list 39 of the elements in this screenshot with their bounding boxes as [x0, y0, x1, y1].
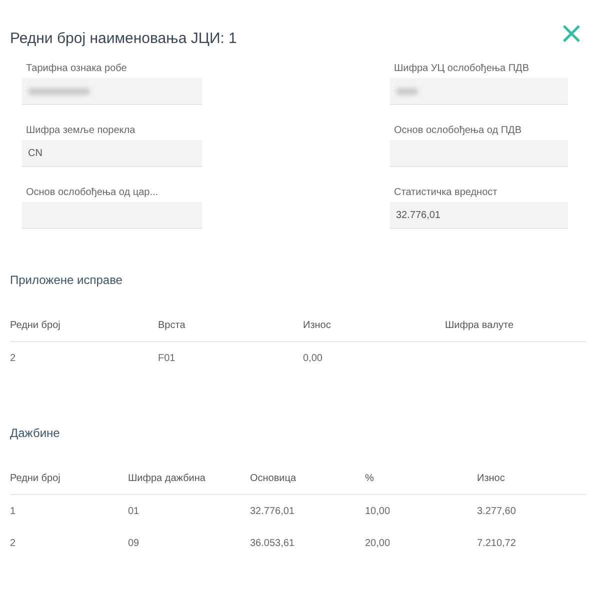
- table-cell-text: 20,00: [365, 538, 392, 548]
- table-cell-text: 7.210,72: [477, 538, 517, 548]
- input-field[interactable]: CN: [22, 140, 202, 167]
- table-cell-text: 10,00: [365, 506, 392, 516]
- column-header: Износ: [477, 472, 506, 484]
- table-cell-text: 2: [10, 352, 17, 364]
- section-title: Приложене исправе: [10, 273, 124, 287]
- table-cell-text: 32.776,01: [250, 506, 296, 516]
- redacted-mark: [396, 88, 418, 94]
- dialog-title: Редни број наименовања ЈЦИ: 1: [10, 30, 237, 47]
- table-cell-text: 36.053,61: [250, 538, 296, 548]
- column-header: %: [365, 472, 375, 484]
- table-cell-text: F01: [158, 352, 176, 364]
- input-field[interactable]: [22, 202, 202, 229]
- column-header: Основица: [250, 472, 298, 484]
- column-header: Редни број: [10, 320, 62, 330]
- section-title: Дажбине: [10, 426, 61, 440]
- table-cell-text: 1: [10, 506, 17, 516]
- field-label: Шифра УЦ ослобођења ПДВ: [393, 63, 530, 74]
- field-label: Шифра земље порекла: [25, 125, 136, 136]
- table-cell-text: 01: [128, 506, 140, 516]
- table-cell-text: 2: [10, 538, 17, 548]
- table-cell-text: 09: [128, 538, 140, 548]
- input-field[interactable]: [22, 78, 202, 105]
- input-field[interactable]: 32.776,01: [390, 202, 568, 229]
- column-header: Шифра валуте: [445, 320, 515, 330]
- column-header: Шифра дажбина: [128, 472, 206, 484]
- table-cell-text: 0,00: [303, 352, 324, 364]
- table-cell-text: 3.277,60: [477, 506, 517, 516]
- column-header: Врста: [158, 320, 186, 330]
- column-header: Редни број: [10, 472, 62, 484]
- field-label: Основ ослобођења од цар...: [25, 187, 160, 198]
- input-field[interactable]: [390, 78, 568, 105]
- field-label: Тарифна ознака робе: [25, 63, 128, 74]
- redacted-mark: [28, 88, 90, 94]
- input-field[interactable]: [390, 140, 568, 167]
- field-label: Основ ослобођења од ПДВ: [393, 125, 522, 136]
- field-label: Статистичка вредност: [393, 187, 498, 198]
- column-header: Износ: [303, 320, 332, 330]
